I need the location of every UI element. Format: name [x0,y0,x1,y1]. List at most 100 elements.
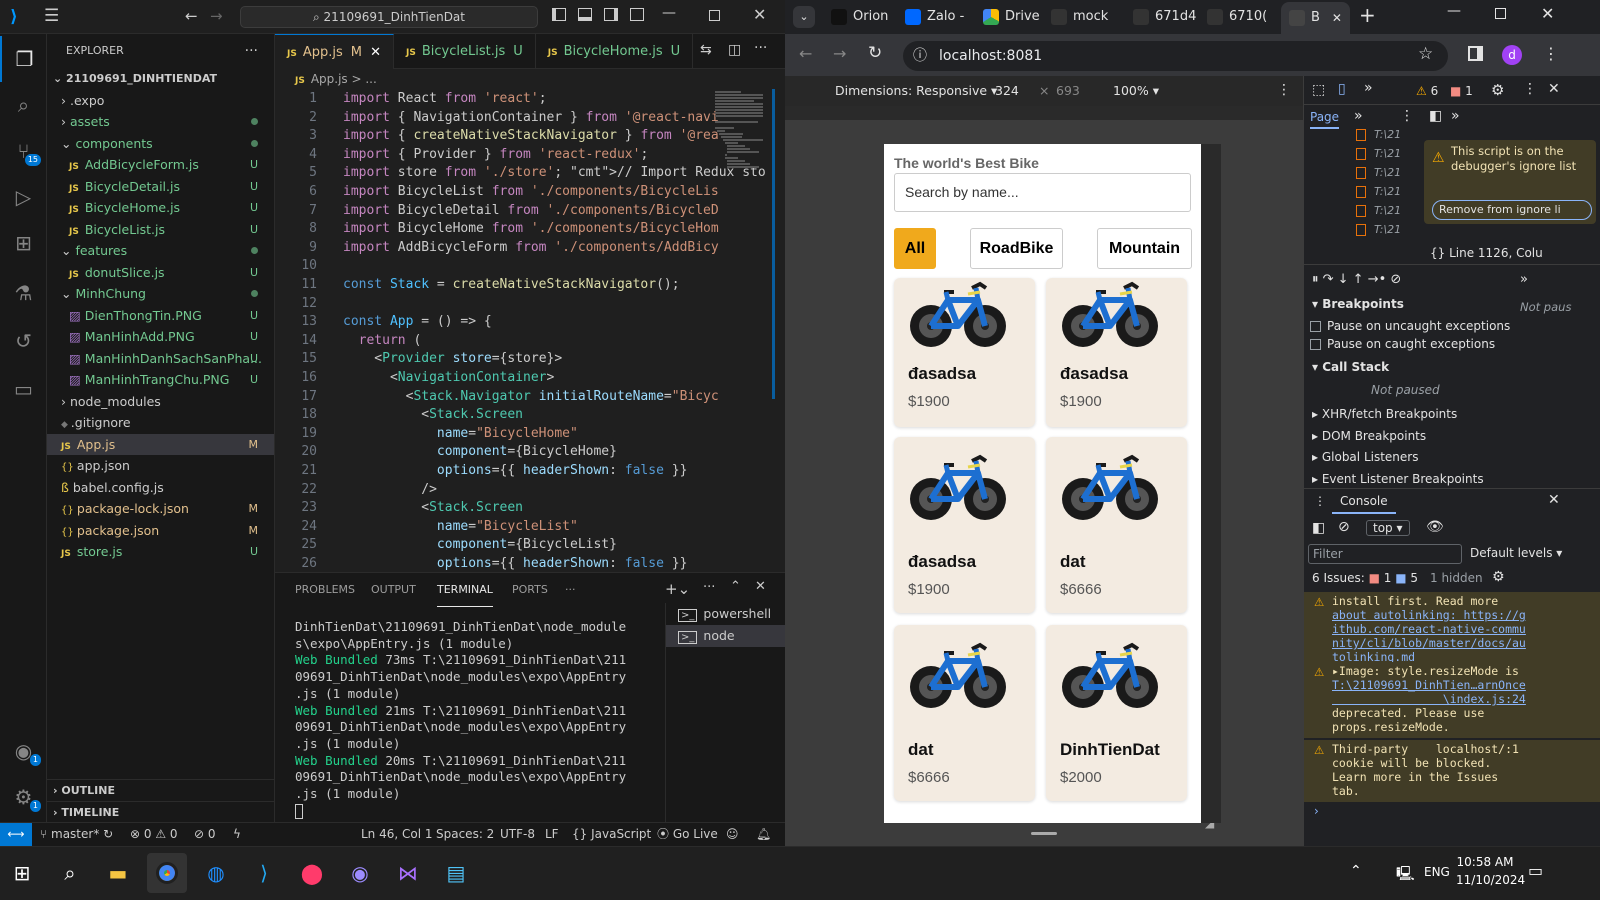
breakpoints-section[interactable]: ▾ Breakpoints [1312,297,1404,311]
panel-tab-terminal[interactable]: TERMINAL [437,573,493,607]
line-ending[interactable]: LF [545,823,559,846]
command-center-search[interactable]: ⌕ 21109691_DinhTienDat [240,6,538,28]
browser-back-icon[interactable]: ← [799,44,812,63]
compare-icon[interactable]: ⇆ [700,42,712,58]
category-button-all[interactable]: All [894,228,936,269]
back-arrow-icon[interactable]: ← [185,7,198,25]
tab-close-icon[interactable]: ✕ [1332,2,1342,34]
console-sidebar-icon[interactable]: ◧ [1312,520,1325,536]
editor-tab[interactable]: JS BicycleList.js U [394,34,536,69]
more-actions-icon[interactable]: ··· [245,34,258,68]
issues-link[interactable]: 6 Issues: ■ 1 ■ 5 [1312,571,1418,585]
start-windows-icon[interactable]: ⊞ [2,853,42,893]
customize-layout-icon[interactable] [630,8,644,21]
product-card[interactable]: dat $6666 [894,625,1035,801]
category-button-roadbike[interactable]: RoadBike [970,228,1063,269]
explorer-icon[interactable]: ❐ [0,36,47,82]
devtools-settings-icon[interactable]: ⚙ [1491,81,1504,99]
devtools-close-icon[interactable]: ✕ [1548,81,1560,97]
chrome-close-icon[interactable]: ✕ [1541,4,1554,23]
tree-item[interactable]: ▨ ManHinhTrangChu.PNG U [47,369,274,391]
bookmark-star-icon[interactable]: ☆ [1418,44,1433,64]
console-tab[interactable]: Console [1332,490,1396,514]
tree-item[interactable]: {} app.json [47,455,274,477]
terminal-output[interactable]: DinhTienDat\21109691_DinhTienDat\node_mo… [295,619,645,803]
tree-item[interactable]: JS BicycleHome.js U [47,197,274,219]
live-expression-eye-icon[interactable]: 👁︎ [1426,519,1444,535]
forward-arrow-icon[interactable]: → [210,7,223,25]
source-file-item[interactable]: T:\21 [1356,185,1401,198]
panel-more-icon[interactable]: ··· [703,580,715,595]
search-icon[interactable]: ⌕ [0,82,47,128]
device-toolbar-more-icon[interactable]: ⋮ [1277,82,1291,98]
messenger-icon[interactable]: ◍ [196,853,236,893]
editor-more-icon[interactable]: ··· [754,40,767,56]
browser-tab[interactable]: Drive [983,4,1040,30]
breadcrumb[interactable]: JS App.js > ... [275,69,785,89]
menu-icon[interactable]: ☰ [44,6,59,26]
tree-item[interactable]: JS donutSlice.js U [47,262,274,284]
new-terminal-icon[interactable]: +⌄ [665,580,690,598]
tree-item[interactable]: JS BicycleList.js U [47,219,274,241]
remote-icon[interactable]: ↺ [0,318,47,364]
maximize-icon[interactable] [709,10,720,21]
pause-caught-checkbox[interactable]: Pause on caught exceptions [1310,337,1495,351]
panel-tab-problems[interactable]: PROBLEMS [295,573,355,607]
drawer-close-icon[interactable]: ✕ [1548,492,1560,508]
extensions-icon[interactable]: ⊞ [0,220,47,266]
root-folder[interactable]: ⌄ 21109691_DINHTIENDAT [47,68,274,90]
dimensions-select[interactable]: Dimensions: Responsive ▾ [835,83,997,98]
vscode-taskbar-icon[interactable]: ⟩ [244,853,284,893]
resize-handle-bottom[interactable] [1031,832,1057,835]
product-card[interactable]: đasadsa $1900 [894,437,1035,613]
terminal-instance[interactable]: >_ powershell [666,603,785,625]
app-icon-oo[interactable]: ⬤ [292,853,332,893]
tree-item[interactable]: ⌄ components [47,133,274,155]
browser-tab[interactable]: mock [1051,4,1108,30]
language-mode[interactable]: {} JavaScript [572,823,651,846]
problems-indicator[interactable]: ⊗ 0 ⚠ 0 [130,823,178,846]
minimize-icon[interactable]: — [662,5,676,21]
ports-indicator[interactable]: ⊘ 0 [194,823,216,846]
tree-item[interactable]: › node_modules [47,391,274,413]
split-editor-icon[interactable]: ◫ [728,42,741,58]
call-stack-section[interactable]: ▾ Call Stack [1312,360,1389,374]
tree-item[interactable]: JS App.js M [47,433,274,455]
context-select[interactable]: top ▾ [1366,520,1410,536]
tree-item[interactable]: ⌄ features [47,240,274,262]
network-icon[interactable]: 🖳︎ [1396,863,1415,887]
app-icon-notepad[interactable]: ▤ [436,853,476,893]
panel-tab-ports[interactable]: PORTS [512,573,548,607]
viewport-width-input[interactable]: 324 [995,83,1019,98]
new-tab-icon[interactable]: + [1359,3,1376,27]
profile-avatar[interactable]: d [1502,45,1522,65]
debugger-section[interactable]: ▸ XHR/fetch Breakpoints [1312,407,1457,421]
cursor-position[interactable]: Ln 46, Col 1 [361,823,433,846]
editor-tab[interactable]: JS BicycleHome.js U [536,34,694,69]
console-settings-icon[interactable]: ⚙ [1492,569,1505,585]
browser-tab[interactable]: Zalo - [905,4,964,30]
code-editor[interactable]: 1 import React from 'react'; 2 import { Nav… [275,89,785,571]
product-card[interactable]: đasadsa $1900 [894,278,1035,427]
encoding[interactable]: UTF-8 [500,823,535,846]
remove-from-ignore-button[interactable]: Remove from ignore li [1432,200,1592,220]
account-icon[interactable]: ◉ 1 [0,728,47,774]
toggle-panel-icon[interactable] [578,8,592,21]
pause-uncaught-checkbox[interactable]: Pause on uncaught exceptions [1310,319,1510,333]
search-input[interactable]: Search by name... [894,173,1191,212]
source-file-item[interactable]: T:\21 [1356,166,1401,179]
tree-item[interactable]: ß babel.config.js [47,477,274,499]
chrome-menu-icon[interactable]: ⋮ [1543,44,1559,63]
reload-icon[interactable]: ↻ [868,43,882,63]
page-more-icon[interactable]: » [1354,108,1363,124]
product-card[interactable]: DinhTienDat $2000 [1046,625,1187,801]
outline-section[interactable]: › OUTLINE [47,779,275,801]
chrome-icon[interactable] [147,853,187,893]
page-menu-icon[interactable]: ⋮ [1400,108,1414,124]
tree-item[interactable]: {} package-lock.json M [47,498,274,520]
branch-indicator[interactable]: ⑂ master* ↻ [40,823,113,846]
browser-tab[interactable]: Orion [831,4,888,30]
tree-item[interactable]: › .expo [47,90,274,112]
notifications-bell-icon[interactable]: 🔔︎ [756,823,771,846]
source-file-item[interactable]: T:\21 [1356,204,1401,217]
